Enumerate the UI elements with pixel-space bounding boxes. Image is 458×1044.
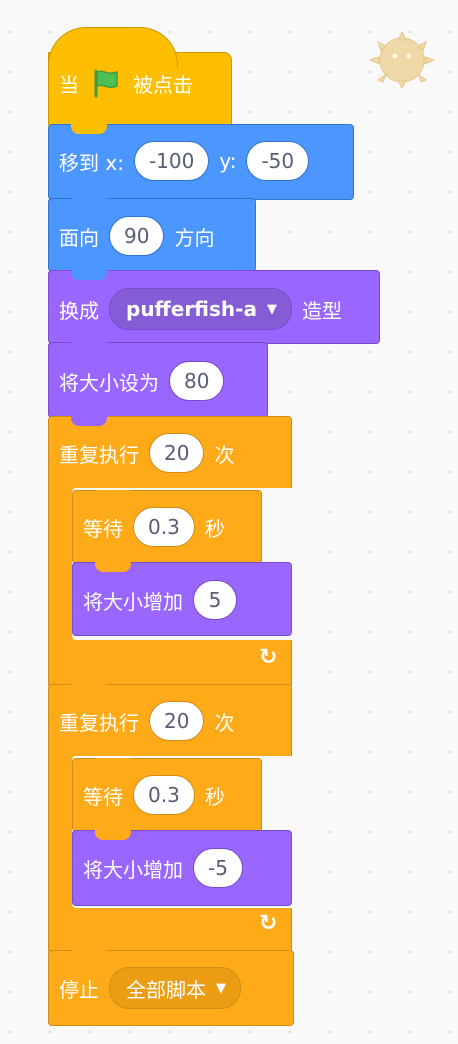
goto-label: 移到 x: <box>59 150 124 175</box>
clicked-label: 被点击 <box>133 72 193 97</box>
repeat-count-input[interactable]: 20 <box>149 701 205 741</box>
repeat-label: 重复执行 <box>59 442 139 467</box>
costume-dropdown[interactable]: pufferfish-a ▼ <box>109 288 292 330</box>
loop-arrow-icon: ↻ <box>259 645 278 670</box>
stop-option-value: 全部脚本 <box>126 977 206 1002</box>
y-label: y: <box>219 149 237 173</box>
block-notch <box>71 124 107 134</box>
switch-label: 换成 <box>59 298 99 323</box>
wait-block-2[interactable]: 等待 0.3 秒 <box>72 758 262 832</box>
stop-option-dropdown[interactable]: 全部脚本 ▼ <box>109 967 241 1009</box>
costume-value: pufferfish-a <box>126 297 257 321</box>
change-size-block-1[interactable]: 将大小增加 5 <box>72 562 292 636</box>
change-size-block-2[interactable]: 将大小增加 -5 <box>72 830 292 906</box>
repeat-label: 重复执行 <box>59 710 139 735</box>
wait-seconds-input[interactable]: 0.3 <box>133 507 195 547</box>
block-notch <box>71 950 107 960</box>
point-direction-block[interactable]: 面向 90 方向 <box>48 198 256 272</box>
set-size-block[interactable]: 将大小设为 80 <box>48 342 268 418</box>
dropdown-caret-icon: ▼ <box>216 980 226 996</box>
block-notch <box>71 270 107 280</box>
direction-input[interactable]: 90 <box>109 216 165 256</box>
change-size-label: 将大小增加 <box>83 857 183 882</box>
block-notch <box>95 830 131 840</box>
wait-label: 等待 <box>83 516 123 541</box>
loop-arrow-icon: ↻ <box>259 911 278 936</box>
wait-suffix: 秒 <box>204 516 225 541</box>
block-notch <box>71 416 107 426</box>
wait-block-1[interactable]: 等待 0.3 秒 <box>72 490 262 564</box>
repeat-count-input[interactable]: 20 <box>149 433 205 473</box>
change-size-input[interactable]: 5 <box>193 580 237 620</box>
green-flag-icon <box>94 69 118 98</box>
switch-costume-block[interactable]: 换成 pufferfish-a ▼ 造型 <box>48 270 380 344</box>
wait-label: 等待 <box>83 784 123 809</box>
change-size-label: 将大小增加 <box>83 589 183 614</box>
stop-label: 停止 <box>59 977 99 1002</box>
y-input[interactable]: -50 <box>246 141 310 181</box>
set-size-label: 将大小设为 <box>59 370 159 395</box>
point-label: 面向 <box>59 225 99 250</box>
block-notch <box>95 758 131 768</box>
when-flag-clicked-block[interactable]: 当 被点击 <box>48 27 232 128</box>
block-notch <box>95 490 131 500</box>
goto-xy-block[interactable]: 移到 x: -100 y: -50 <box>48 124 354 200</box>
dropdown-caret-icon: ▼ <box>266 301 277 317</box>
x-input[interactable]: -100 <box>133 141 210 181</box>
change-size-input[interactable]: -5 <box>193 848 243 888</box>
direction-suffix: 方向 <box>174 225 215 250</box>
size-input[interactable]: 80 <box>169 361 225 401</box>
stop-block[interactable]: 停止 全部脚本 ▼ <box>48 950 294 1026</box>
costume-suffix: 造型 <box>301 298 342 323</box>
wait-seconds-input[interactable]: 0.3 <box>133 775 195 815</box>
repeat-suffix: 次 <box>214 710 235 735</box>
block-notch <box>71 684 107 694</box>
block-notch <box>95 562 131 572</box>
block-notch <box>71 342 107 352</box>
pufferfish-icon[interactable] <box>364 26 440 92</box>
when-label: 当 <box>59 72 79 97</box>
hat-cap <box>48 27 178 68</box>
repeat-suffix: 次 <box>214 442 235 467</box>
block-notch <box>71 198 107 208</box>
wait-suffix: 秒 <box>204 784 225 809</box>
